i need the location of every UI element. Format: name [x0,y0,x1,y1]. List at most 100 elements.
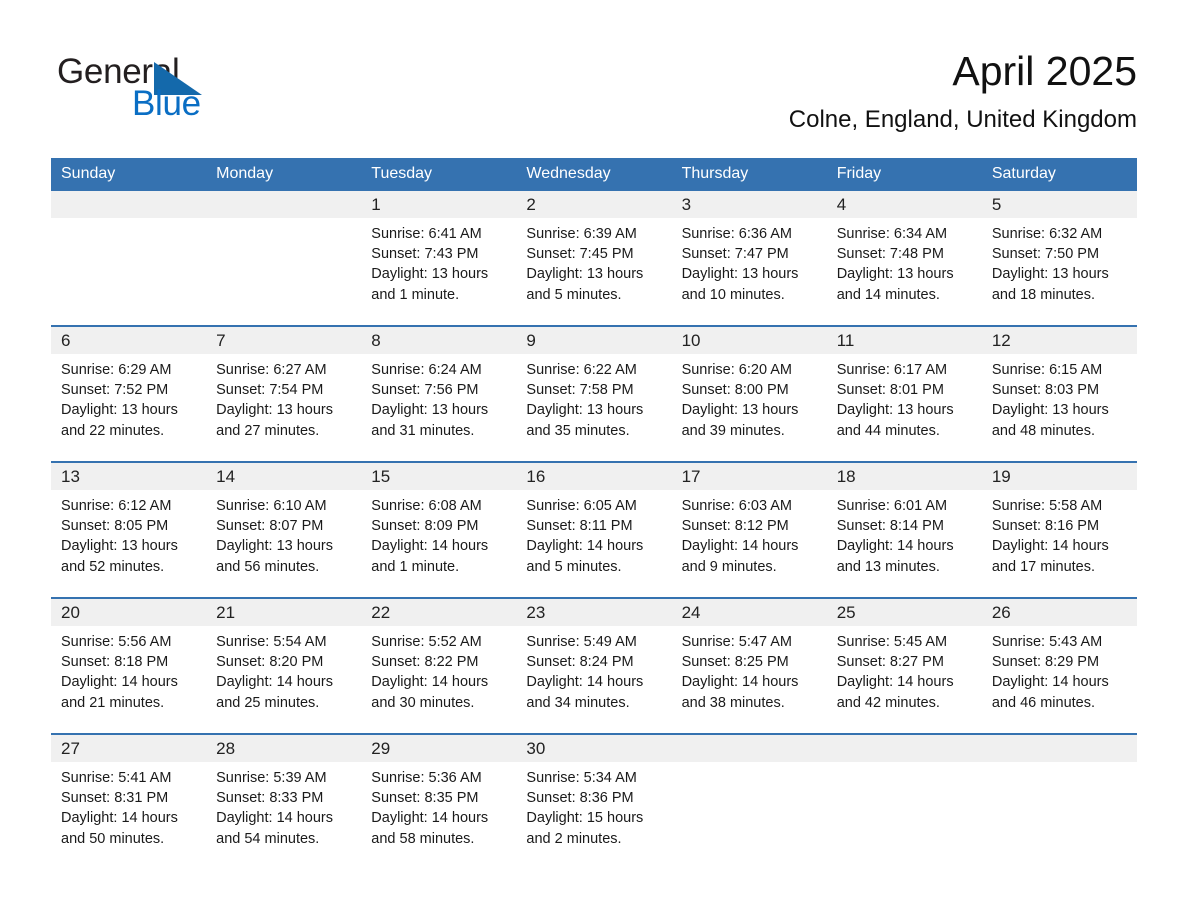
calendar-day-cell[interactable]: 6 Sunrise: 6:29 AM Sunset: 7:52 PM Daylight… [51,325,207,462]
day-number: 22 [361,599,517,626]
calendar-header-row: Sunday Monday Tuesday Wednesday Thursday… [51,158,1137,191]
calendar-table: Sunday Monday Tuesday Wednesday Thursday… [51,158,1137,869]
sunset-text: Sunset: 8:20 PM [216,654,324,671]
day-number: 11 [826,327,982,354]
calendar-day-cell[interactable]: 9 Sunrise: 6:22 AM Sunset: 7:58 PM Daylight… [516,325,672,462]
sunrise-text: Sunrise: 6:03 AM [681,498,792,514]
weekday-header-tuesday: Tuesday [361,158,517,191]
calendar-day-cell[interactable]: 7 Sunrise: 6:27 AM Sunset: 7:54 PM Daylight… [206,325,362,462]
calendar-day-cell[interactable]: 14 Sunrise: 6:10 AM Sunset: 8:07 PM Dayligh… [206,461,362,598]
day-number: 10 [671,327,827,354]
calendar-day-cell[interactable]: 28 Sunrise: 5:39 AM Sunset: 8:33 PM Dayligh… [206,733,362,869]
day-number: 1 [361,191,517,218]
calendar-day-cell[interactable]: 25 Sunrise: 5:45 AM Sunset: 8:27 PM Dayligh… [826,597,982,734]
daylight-text-line1: Daylight: 13 hours [991,266,1109,283]
calendar-day-cell[interactable]: 11 Sunrise: 6:17 AM Sunset: 8:01 PM Dayligh… [826,325,982,462]
sunset-text: Sunset: 8:09 PM [371,518,479,535]
calendar-day-cell[interactable]: 13 Sunrise: 6:12 AM Sunset: 8:05 PM Dayligh… [51,461,207,598]
day-cell-inner: 26 Sunrise: 5:43 AM Sunset: 8:29 PM Dayligh… [981,599,1137,733]
day-number: 21 [206,599,362,626]
day-number: 26 [981,599,1137,626]
sunrise-text: Sunrise: 6:17 AM [836,362,948,378]
sunrise-text: Sunrise: 6:24 AM [371,362,482,378]
calendar-day-cell[interactable]: 20 Sunrise: 5:56 AM Sunset: 8:18 PM Dayligh… [51,597,207,734]
calendar-day-cell[interactable]: 29 Sunrise: 5:36 AM Sunset: 8:35 PM Dayligh… [361,733,517,869]
daylight-text-line2: and 1 minute. [371,286,460,303]
sunset-text: Sunset: 8:22 PM [371,654,479,671]
day-details: Sunrise: 6:27 AM Sunset: 7:54 PM Daylight:… [206,354,361,441]
daylight-text-line2: and 46 minutes. [991,694,1096,711]
day-number: 9 [516,327,672,354]
calendar-day-cell[interactable]: 2 Sunrise: 6:39 AM Sunset: 7:45 PM Daylight… [516,191,672,326]
calendar-day-cell[interactable]: 27 Sunrise: 5:41 AM Sunset: 8:31 PM Dayligh… [51,733,207,869]
daylight-text-line2: and 10 minutes. [681,286,785,303]
day-details: Sunrise: 5:56 AM Sunset: 8:18 PM Daylight:… [51,626,206,713]
sunrise-text: Sunrise: 5:56 AM [61,634,172,650]
sunrise-text: Sunrise: 6:15 AM [991,362,1103,378]
sunrise-text: Sunrise: 6:36 AM [681,226,792,242]
daylight-text-line2: and 25 minutes. [216,694,320,711]
day-cell-inner: 25 Sunrise: 5:45 AM Sunset: 8:27 PM Dayligh… [826,599,982,733]
weekday-header-sunday: Sunday [51,158,207,191]
calendar-empty-cell [826,733,982,869]
daylight-text-line2: and 9 minutes. [681,558,777,575]
sunset-text: Sunset: 8:05 PM [61,518,169,535]
daylight-text-line2: and 5 minutes. [526,558,622,575]
calendar-day-cell[interactable]: 19 Sunrise: 5:58 AM Sunset: 8:16 PM Dayligh… [981,461,1137,598]
sunset-text: Sunset: 7:58 PM [526,382,634,399]
day-cell-inner: 1 Sunrise: 6:41 AM Sunset: 7:43 PM Daylight… [361,191,517,325]
sunrise-text: Sunrise: 5:54 AM [216,634,327,650]
calendar-day-cell[interactable]: 5 Sunrise: 6:32 AM Sunset: 7:50 PM Daylight… [981,191,1137,326]
sunrise-text: Sunrise: 6:12 AM [61,498,172,514]
logo-word-blue: Blue [132,84,201,123]
calendar-day-cell[interactable]: 21 Sunrise: 5:54 AM Sunset: 8:20 PM Dayligh… [206,597,362,734]
day-cell-inner: 11 Sunrise: 6:17 AM Sunset: 8:01 PM Dayligh… [826,327,982,461]
calendar-day-cell[interactable]: 1 Sunrise: 6:41 AM Sunset: 7:43 PM Daylight… [361,191,517,326]
sunrise-text: Sunrise: 5:49 AM [526,634,637,650]
calendar-day-cell[interactable]: 15 Sunrise: 6:08 AM Sunset: 8:09 PM Dayligh… [361,461,517,598]
daylight-text-line1: Daylight: 14 hours [371,674,489,691]
day-details: Sunrise: 6:29 AM Sunset: 7:52 PM Daylight:… [51,354,206,441]
calendar-day-cell[interactable]: 3 Sunrise: 6:36 AM Sunset: 7:47 PM Daylight… [671,191,827,326]
daylight-text-line2: and 39 minutes. [681,422,785,439]
day-number: 4 [826,191,982,218]
calendar-day-cell[interactable]: 23 Sunrise: 5:49 AM Sunset: 8:24 PM Dayligh… [516,597,672,734]
sunrise-text: Sunrise: 6:27 AM [216,362,327,378]
daylight-text-line1: Daylight: 14 hours [371,538,489,555]
sunset-text: Sunset: 8:12 PM [681,518,789,535]
day-number: 27 [51,735,207,762]
day-details: Sunrise: 6:01 AM Sunset: 8:14 PM Daylight:… [827,490,982,577]
day-details: Sunrise: 6:05 AM Sunset: 8:11 PM Daylight:… [516,490,671,577]
sunset-text: Sunset: 7:54 PM [216,382,324,399]
sunrise-text: Sunrise: 6:05 AM [526,498,637,514]
calendar-week-row: 13 Sunrise: 6:12 AM Sunset: 8:05 PM Dayligh… [51,461,1137,598]
calendar-day-cell[interactable]: 22 Sunrise: 5:52 AM Sunset: 8:22 PM Dayligh… [361,597,517,734]
calendar-day-cell[interactable]: 24 Sunrise: 5:47 AM Sunset: 8:25 PM Dayligh… [671,597,827,734]
calendar-day-cell[interactable]: 18 Sunrise: 6:01 AM Sunset: 8:14 PM Dayligh… [826,461,982,598]
calendar-day-cell[interactable]: 10 Sunrise: 6:20 AM Sunset: 8:00 PM Dayligh… [671,325,827,462]
sunrise-text: Sunrise: 6:08 AM [371,498,482,514]
calendar-day-cell[interactable]: 12 Sunrise: 6:15 AM Sunset: 8:03 PM Dayligh… [981,325,1137,462]
calendar-day-cell[interactable]: 8 Sunrise: 6:24 AM Sunset: 7:56 PM Daylight… [361,325,517,462]
calendar-empty-cell [981,733,1137,869]
day-number: 20 [51,599,207,626]
calendar-day-cell[interactable]: 17 Sunrise: 6:03 AM Sunset: 8:12 PM Dayligh… [671,461,827,598]
calendar-day-cell[interactable]: 16 Sunrise: 6:05 AM Sunset: 8:11 PM Dayligh… [516,461,672,598]
day-details: Sunrise: 6:20 AM Sunset: 8:00 PM Daylight:… [672,354,827,441]
day-details: Sunrise: 6:32 AM Sunset: 7:50 PM Daylight:… [982,218,1137,305]
day-details: Sunrise: 6:36 AM Sunset: 7:47 PM Daylight:… [672,218,827,305]
sunrise-text: Sunrise: 6:29 AM [61,362,172,378]
sunrise-text: Sunrise: 6:10 AM [216,498,327,514]
calendar-day-cell[interactable]: 26 Sunrise: 5:43 AM Sunset: 8:29 PM Dayligh… [981,597,1137,734]
daylight-text-line2: and 21 minutes. [61,694,165,711]
day-number: 29 [361,735,517,762]
sunrise-text: Sunrise: 6:39 AM [526,226,637,242]
day-cell-inner: 13 Sunrise: 6:12 AM Sunset: 8:05 PM Dayligh… [51,463,207,597]
sunset-text: Sunset: 8:16 PM [991,518,1100,535]
calendar-day-cell[interactable]: 4 Sunrise: 6:34 AM Sunset: 7:48 PM Daylight… [826,191,982,326]
day-number: 14 [206,463,362,490]
calendar-day-cell[interactable]: 30 Sunrise: 5:34 AM Sunset: 8:36 PM Dayligh… [516,733,672,869]
day-details: Sunrise: 6:39 AM Sunset: 7:45 PM Daylight:… [516,218,671,305]
day-details: Sunrise: 5:39 AM Sunset: 8:33 PM Daylight:… [206,762,361,849]
sunset-text: Sunset: 8:27 PM [836,654,944,671]
